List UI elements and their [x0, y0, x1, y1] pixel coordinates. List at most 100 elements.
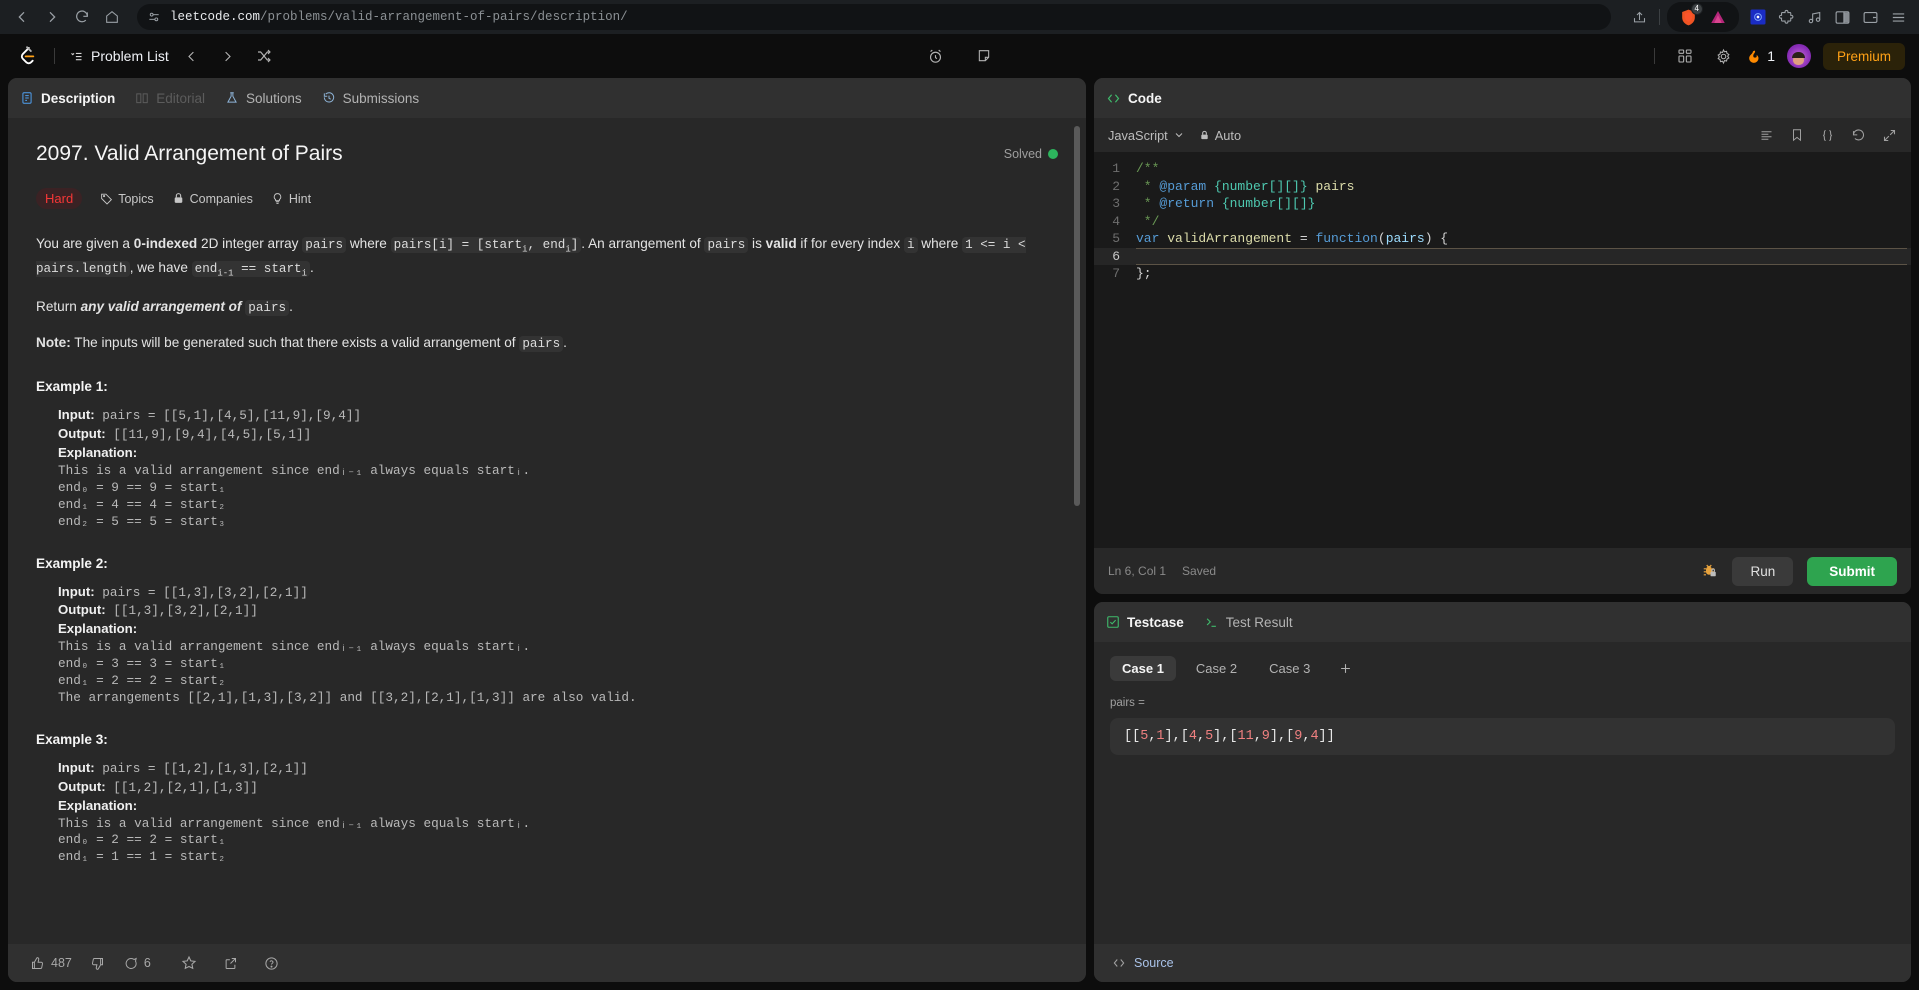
comment-button[interactable]: 6 [123, 956, 151, 971]
back-arrow-icon[interactable] [8, 3, 36, 31]
header-divider [54, 48, 55, 64]
shuffle-icon[interactable] [251, 43, 277, 69]
history-icon [322, 91, 336, 105]
line-number: 5 [1112, 231, 1120, 246]
forward-arrow-icon[interactable] [38, 3, 66, 31]
streak-count: 1 [1767, 48, 1775, 64]
upvote-button[interactable]: 487 [30, 956, 72, 971]
triangle-extension-icon[interactable] [1705, 4, 1731, 30]
status-badge: Solved [1004, 140, 1058, 161]
debug-locked-icon[interactable] [1700, 562, 1718, 580]
grid-apps-icon[interactable] [1672, 43, 1698, 69]
tab-editorial-label: Editorial [156, 90, 206, 106]
right-column: Code JavaScript Auto 1 /** 2 * @param {n… [1094, 78, 1911, 982]
run-button[interactable]: Run [1732, 556, 1794, 586]
wallet-icon[interactable] [1857, 4, 1883, 30]
leetcode-logo-icon[interactable] [14, 43, 40, 69]
topics-link[interactable]: Topics [100, 192, 154, 206]
menu-icon[interactable] [1885, 4, 1911, 30]
line-text: /** [1136, 161, 1160, 176]
star-button[interactable] [181, 955, 197, 971]
note-icon[interactable] [971, 43, 997, 69]
streak-counter[interactable]: 1 [1748, 48, 1775, 65]
music-extension-icon[interactable] [1801, 4, 1827, 30]
code-toolbar: JavaScript Auto [1094, 118, 1911, 152]
help-circle-icon[interactable] [264, 956, 279, 971]
puzzle-extension-icon[interactable] [1773, 4, 1799, 30]
reload-icon[interactable] [68, 3, 96, 31]
companies-link[interactable]: Companies [172, 192, 253, 206]
thumbs-up-icon [30, 956, 45, 971]
shield-badge-count: 4 [1690, 3, 1703, 15]
example-2-title: Example 2: [36, 555, 108, 571]
site-settings-icon[interactable] [147, 10, 161, 24]
share-external-icon[interactable] [223, 956, 238, 971]
url-text: leetcode.com/problems/valid-arrangement-… [170, 10, 628, 24]
line-number: 3 [1112, 196, 1120, 211]
gear-icon[interactable] [1710, 43, 1736, 69]
line-text: }; [1136, 266, 1152, 281]
case-tab-3[interactable]: Case 3 [1257, 656, 1322, 681]
line-text: * @param {number[][]} pairs [1136, 178, 1355, 194]
description-paragraph-1: You are given a 0-indexed 2D integer arr… [36, 236, 1026, 279]
tab-description[interactable]: Description [20, 91, 115, 106]
book-icon [135, 91, 149, 105]
submit-button[interactable]: Submit [1807, 556, 1897, 586]
tab-submissions[interactable]: Submissions [322, 90, 420, 106]
brave-shield-icon[interactable]: 4 [1675, 3, 1703, 30]
code-statusbar: Ln 6, Col 1 Saved Run Submit [1094, 548, 1911, 594]
avatar[interactable] [1786, 44, 1811, 68]
code-brackets-icon [1112, 956, 1126, 970]
lock-icon [1199, 130, 1210, 141]
downvote-button[interactable] [90, 956, 105, 971]
sidebar-icon[interactable] [1829, 4, 1855, 30]
next-problem-button[interactable] [215, 43, 241, 69]
prev-problem-button[interactable] [179, 43, 205, 69]
description-scrollbar[interactable] [1074, 126, 1080, 506]
share-icon[interactable] [1626, 4, 1652, 30]
tab-testcase[interactable]: Testcase [1106, 615, 1184, 630]
code-line: 2 * @param {number[][]} pairs [1094, 178, 1911, 196]
problem-meta-row: Hard Topics Companies Hint [36, 188, 1058, 210]
fire-icon [1748, 48, 1762, 65]
tab-submissions-label: Submissions [342, 90, 420, 106]
description-scroll-area[interactable]: 2097. Valid Arrangement of Pairs Solved … [8, 118, 1086, 944]
example-2-block: Input: pairs = [[1,3],[3,2],[2,1]] Outpu… [58, 583, 637, 705]
auto-lock-toggle[interactable]: Auto [1199, 128, 1241, 143]
tab-editorial[interactable]: Editorial [135, 91, 205, 106]
line-number: 7 [1112, 266, 1120, 281]
tag-icon [100, 192, 113, 205]
hint-link[interactable]: Hint [271, 192, 311, 206]
companies-label: Companies [189, 191, 253, 206]
tab-test-result[interactable]: Test Result [1204, 615, 1293, 630]
home-icon[interactable] [98, 3, 126, 31]
example-3-title: Example 3: [36, 731, 108, 747]
bookmark-icon[interactable] [1790, 128, 1804, 142]
language-select[interactable]: JavaScript [1108, 128, 1185, 143]
source-link[interactable]: Source [1134, 956, 1174, 970]
problem-list-button[interactable]: Problem List [69, 48, 169, 64]
example-1-block: Input: pairs = [[5,1],[4,5],[11,9],[9,4]… [58, 407, 531, 529]
fullscreen-expand-icon[interactable] [1882, 128, 1897, 143]
tab-code[interactable]: Code [1106, 91, 1162, 106]
blue-star-extension-icon[interactable] [1745, 4, 1771, 30]
tab-solutions[interactable]: Solutions [225, 91, 302, 106]
case-tab-1[interactable]: Case 1 [1110, 656, 1176, 681]
premium-button[interactable]: Premium [1822, 42, 1905, 70]
param-value-input[interactable]: [[5,1],[4,5],[11,9],[9,4]] [1110, 718, 1895, 755]
language-label: JavaScript [1108, 127, 1168, 143]
address-bar[interactable]: leetcode.com/problems/valid-arrangement-… [137, 4, 1611, 30]
difficulty-badge: Hard [36, 188, 83, 210]
reset-undo-icon[interactable] [1851, 128, 1866, 143]
cursor-position: Ln 6, Col 1 [1108, 564, 1167, 578]
code-editor[interactable]: 1 /** 2 * @param {number[][]} pairs 3 * @… [1094, 152, 1911, 548]
lightbulb-icon [271, 192, 284, 205]
solved-dot-icon [1048, 149, 1058, 159]
alarm-clock-icon[interactable] [923, 43, 949, 69]
curly-braces-icon[interactable] [1820, 128, 1835, 143]
list-icon [69, 49, 84, 64]
format-lines-icon[interactable] [1759, 128, 1774, 143]
param-label: pairs = [1110, 697, 1145, 709]
add-case-button[interactable] [1330, 656, 1361, 681]
case-tab-2[interactable]: Case 2 [1184, 656, 1249, 681]
